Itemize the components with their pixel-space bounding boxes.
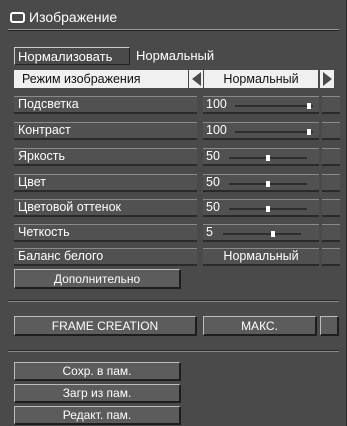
setting-value[interactable]: 50 bbox=[203, 199, 319, 217]
sharpness-slider[interactable] bbox=[223, 233, 301, 235]
setting-row-contrast[interactable]: Контраст 100 bbox=[14, 122, 340, 140]
normalize-button[interactable]: Нормализовать bbox=[14, 47, 130, 65]
setting-value-text: 50 bbox=[206, 200, 220, 214]
row-end bbox=[322, 199, 340, 217]
picture-menu-icon bbox=[10, 12, 25, 23]
setting-value[interactable]: 100 bbox=[203, 122, 319, 140]
row-end bbox=[322, 148, 340, 166]
setting-label: Четкость bbox=[14, 224, 197, 242]
frame-creation-end bbox=[320, 316, 339, 336]
frame-creation-button[interactable]: FRAME CREATION bbox=[14, 316, 197, 336]
setting-value-text: 5 bbox=[206, 225, 213, 239]
picture-mode-value[interactable]: Нормальный bbox=[204, 70, 318, 88]
setting-row-sharpness[interactable]: Четкость 5 bbox=[14, 224, 340, 242]
advanced-button[interactable]: Дополнительно bbox=[14, 269, 181, 289]
setting-value-text: 100 bbox=[206, 123, 227, 137]
normalize-value: Нормальный bbox=[136, 48, 214, 63]
slider-knob[interactable] bbox=[307, 129, 311, 135]
title-divider bbox=[8, 29, 339, 31]
slider-knob[interactable] bbox=[266, 206, 270, 212]
menu-title: Изображение bbox=[10, 7, 117, 27]
setting-label: Цвет bbox=[14, 174, 197, 192]
contrast-slider[interactable] bbox=[235, 131, 313, 133]
row-end bbox=[322, 122, 340, 140]
setting-label: Баланс белого bbox=[14, 248, 197, 266]
save-memory-button[interactable]: Сохр. в пам. bbox=[14, 362, 181, 381]
setting-row-brightness[interactable]: Яркость 50 bbox=[14, 148, 340, 166]
setting-row-tint[interactable]: Цветовой оттенок 50 bbox=[14, 199, 340, 217]
picture-mode-next-arrow-icon[interactable] bbox=[320, 70, 334, 88]
menu-title-text: Изображение bbox=[29, 9, 117, 25]
setting-value-text: 50 bbox=[206, 149, 220, 163]
backlight-slider[interactable] bbox=[235, 105, 313, 107]
setting-row-backlight[interactable]: Подсветка 100 bbox=[14, 96, 340, 114]
row-end bbox=[322, 96, 340, 114]
section-divider bbox=[8, 300, 339, 302]
slider-knob[interactable] bbox=[266, 181, 270, 187]
setting-row-color[interactable]: Цвет 50 bbox=[14, 174, 340, 192]
row-end bbox=[322, 224, 340, 242]
setting-label: Цветовой оттенок bbox=[14, 199, 197, 217]
color-slider[interactable] bbox=[229, 183, 307, 185]
brightness-slider[interactable] bbox=[229, 157, 307, 159]
frame-creation-value[interactable]: МАКС. bbox=[203, 316, 317, 336]
slider-knob[interactable] bbox=[266, 155, 270, 161]
setting-value[interactable]: 50 bbox=[203, 148, 319, 166]
setting-value[interactable]: 100 bbox=[203, 96, 319, 114]
white-balance-value[interactable]: Нормальный bbox=[203, 248, 319, 266]
picture-menu-panel: Изображение Нормализовать Нормальный Реж… bbox=[0, 0, 347, 426]
setting-value[interactable]: 50 bbox=[203, 174, 319, 192]
slider-knob[interactable] bbox=[307, 103, 311, 109]
setting-label: Яркость bbox=[14, 148, 197, 166]
setting-value-text: 50 bbox=[206, 175, 220, 189]
load-memory-button[interactable]: Загр из пам. bbox=[14, 384, 181, 403]
row-end bbox=[322, 248, 340, 266]
setting-value-text: 100 bbox=[206, 97, 227, 111]
picture-mode-prev-arrow-icon[interactable] bbox=[189, 70, 203, 88]
row-end bbox=[322, 174, 340, 192]
setting-label: Контраст bbox=[14, 122, 197, 140]
picture-mode-label[interactable]: Режим изображения bbox=[14, 70, 188, 88]
setting-row-white-balance[interactable]: Баланс белого Нормальный bbox=[14, 248, 340, 266]
slider-knob[interactable] bbox=[271, 231, 275, 237]
setting-label: Подсветка bbox=[14, 96, 197, 114]
setting-value[interactable]: 5 bbox=[203, 224, 319, 242]
edit-memory-button[interactable]: Редакт. пам. bbox=[14, 406, 181, 425]
tint-slider[interactable] bbox=[229, 208, 307, 210]
section-divider bbox=[8, 350, 339, 352]
